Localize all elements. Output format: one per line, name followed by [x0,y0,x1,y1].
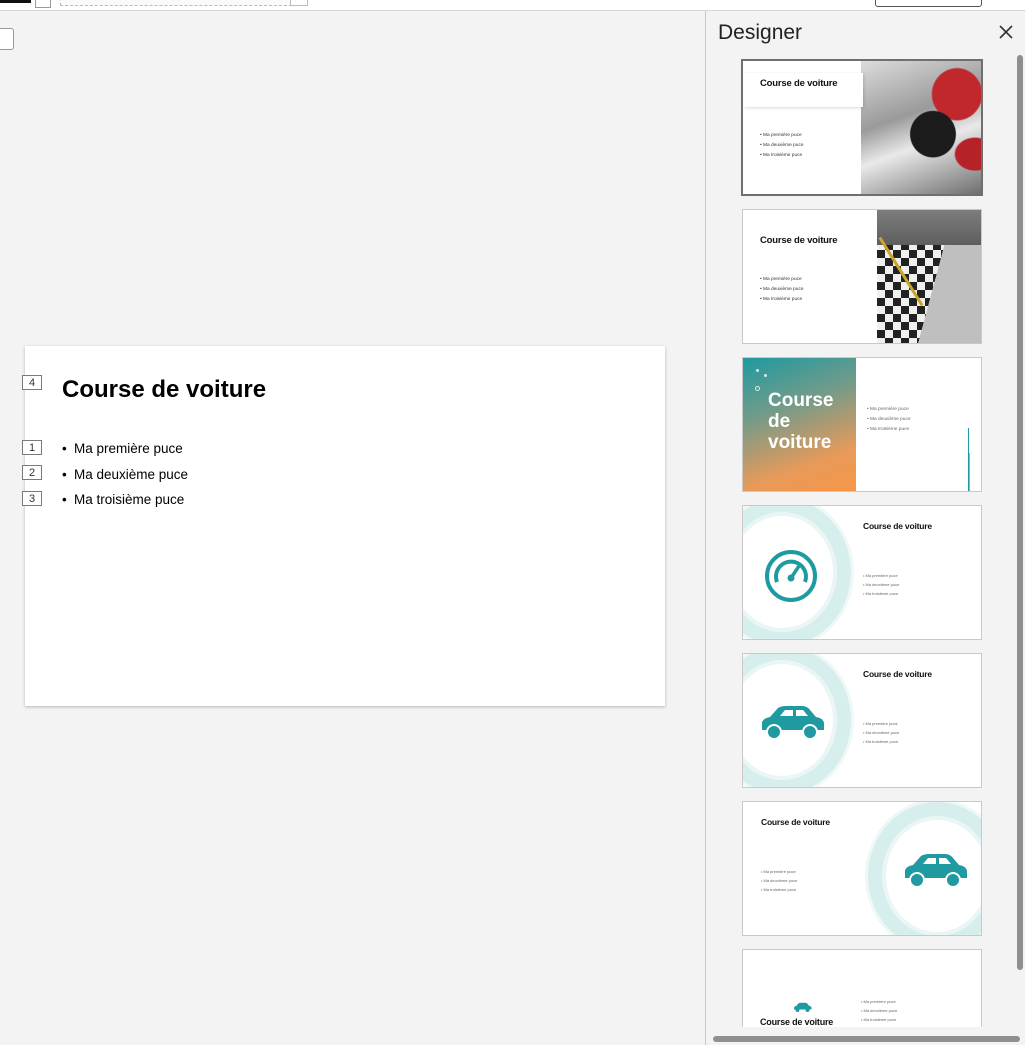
thumb-title: Course de voiture [760,78,838,89]
thumb-bullet: • Ma troisième puce [863,591,899,596]
slide-panel-toggle-button[interactable] [0,28,14,50]
horizontal-scrollbar[interactable] [713,1036,1020,1042]
app-logo [0,0,31,3]
bullet-dot: • [62,441,67,456]
placeholder-tag-bullet-1: 1 [22,440,42,455]
design-idea-6[interactable]: Course de voiture • Ma première puce • M… [742,801,982,936]
slide-bullet[interactable]: • Ma troisième puce [62,492,188,518]
thumb-title: Course de voiture [760,1017,834,1027]
car-icon [905,854,967,888]
thumb-title: Course de voiture [760,235,838,246]
placeholder-tag-bullet-2: 2 [22,465,42,480]
race-car-photo [861,61,981,194]
close-icon[interactable] [997,23,1015,41]
ribbon-field-dropdown[interactable] [290,0,308,6]
design-idea-5[interactable]: Course de voiture • Ma première puce • M… [742,653,982,788]
thumb-title: Course de voiture [863,521,932,531]
slide-canvas[interactable]: Course de voiture • Ma première puce • Ma … [25,346,665,706]
thumb-bullet: • Ma troisième puce [867,427,910,432]
thumb-bullet: • Ma première puce [867,407,909,412]
thumb-bullet: • Ma première puce [760,277,802,282]
slide-bullet-list[interactable]: • Ma première puce • Ma deuxième puce • Ma … [62,441,188,518]
bullet-text: Ma deuxième puce [74,466,189,482]
thumb-title: Course de voiture [768,390,834,453]
thumb-bullet: • Ma deuxième puce [760,287,804,292]
checkered-line-photo [877,210,981,343]
designer-pane: Designer Course de voiture • Ma première… [705,11,1025,1045]
thumb-bullet: • Ma troisième puce [760,153,803,158]
ribbon-checkbox[interactable] [35,0,51,8]
thumb-bullet: • Ma troisième puce [863,739,899,744]
bullet-text: Ma première puce [74,441,183,456]
bullet-dot: • [62,466,67,482]
placeholder-tag-bullet-3: 3 [22,491,42,506]
thumb-title: Course de voiture [863,669,932,679]
placeholder-tag-title: 4 [22,375,42,390]
sparkle-dot [764,374,767,377]
thumb-bullet: • Ma première puce [760,133,802,138]
ribbon-strip [0,0,1025,11]
slide-title[interactable]: Course de voiture [62,376,266,404]
design-idea-2[interactable]: Course de voiture • Ma première puce • M… [742,209,982,344]
thumb-bullet: • Ma deuxième puce [867,417,911,422]
designer-title: Designer [718,21,803,44]
design-idea-7[interactable]: Course de voiture • Ma première puce • M… [742,949,982,1027]
slide-bullet[interactable]: • Ma deuxième puce [62,467,188,493]
bullet-dot: • [62,492,67,507]
car-icon [762,706,824,740]
thumb-bullet: • Ma deuxième puce [760,143,804,148]
design-idea-3[interactable]: Course de voiture • Ma première puce • M… [742,357,982,492]
sparkle-dot [756,369,759,372]
thumb-bullet: • Ma troisième puce [861,1017,897,1022]
ribbon-field[interactable] [60,0,292,6]
ribbon-button[interactable] [875,0,982,7]
bullet-text: Ma troisième puce [74,492,185,507]
design-idea-1[interactable]: Course de voiture • Ma première puce • M… [741,59,983,196]
speedometer-icon [765,550,817,602]
sparkle-dot [755,386,760,391]
car-icon [794,1002,812,1012]
vertical-scrollbar[interactable] [1017,55,1023,970]
slide-bullet[interactable]: • Ma première puce [62,441,188,467]
design-idea-4[interactable]: Course de voiture • Ma première puce • M… [742,505,982,640]
design-ideas-list: Course de voiture • Ma première puce • M… [706,55,1011,1027]
accent-line [969,453,970,491]
thumb-title: Course de voiture [761,817,830,827]
thumb-bullet: • Ma troisième puce [760,297,803,302]
thumb-bullet: • Ma troisième puce [761,887,797,892]
